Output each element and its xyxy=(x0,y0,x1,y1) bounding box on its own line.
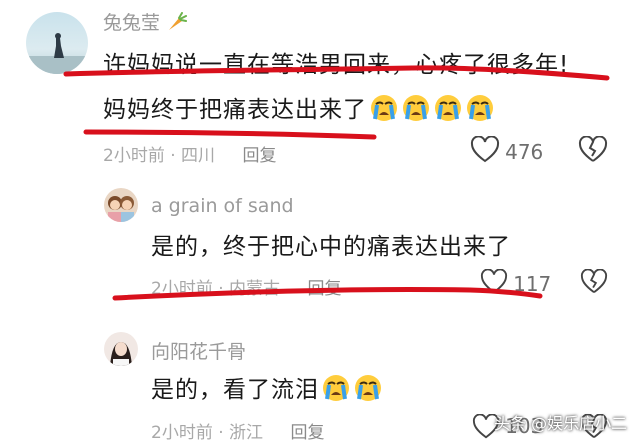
comment-meta: 2小时前 · 四川 回复 xyxy=(103,141,276,166)
crying-face-emoji xyxy=(401,93,431,129)
comment-location: 浙江 xyxy=(229,423,264,443)
comment-text: 是的，看了流泪 xyxy=(151,370,383,409)
like-button[interactable]: 117 xyxy=(480,268,552,299)
reply-button[interactable]: 回复 xyxy=(290,423,324,443)
reply-button[interactable]: 回复 xyxy=(242,146,276,166)
comment-text: 是的，终于把心中的痛表达出来了 xyxy=(151,234,511,260)
watermark: 头条 @娱乐店小二 xyxy=(494,414,628,433)
comment-text: 妈妈终于把痛表达出来了 xyxy=(103,90,495,129)
heart-icon xyxy=(470,135,500,168)
red-underline xyxy=(83,129,377,140)
crying-face-emoji xyxy=(369,93,399,129)
dot-separator: · xyxy=(218,423,230,443)
comment-username[interactable]: a grain of sand xyxy=(151,195,294,217)
like-button[interactable]: 476 xyxy=(470,135,544,168)
carrot-icon xyxy=(166,12,188,37)
dot-separator: · xyxy=(170,146,182,166)
comment-meta: 2小时前 · 内蒙古 回复 xyxy=(151,274,341,299)
dislike-button[interactable] xyxy=(578,135,608,168)
comment-username[interactable]: 向阳花千骨 xyxy=(151,337,246,364)
dot-separator: · xyxy=(218,279,230,299)
avatar[interactable] xyxy=(104,332,138,366)
broken-heart-icon xyxy=(578,135,608,168)
comment-time: 2小时前 xyxy=(151,279,213,299)
comment-time: 2小时前 xyxy=(103,146,165,166)
comment-username[interactable]: 兔兔莹 xyxy=(103,8,188,37)
broken-heart-icon xyxy=(580,268,608,299)
like-count: 476 xyxy=(505,140,544,164)
comment-time: 2小时前 xyxy=(151,423,213,443)
heart-icon xyxy=(480,268,508,299)
crying-face-emoji xyxy=(433,93,463,129)
like-count: 117 xyxy=(513,272,552,296)
comment-location: 四川 xyxy=(181,146,216,166)
comment-location: 内蒙古 xyxy=(229,279,281,299)
comment-text: 许妈妈说一直在等浩男回来，心疼了很多年! xyxy=(103,52,570,78)
comment-meta: 2小时前 · 浙江 回复 xyxy=(151,418,324,443)
reply-button[interactable]: 回复 xyxy=(307,279,341,299)
crying-face-emoji xyxy=(321,373,351,409)
crying-face-emoji xyxy=(353,373,383,409)
crying-face-emoji xyxy=(465,93,495,129)
dislike-button[interactable] xyxy=(580,268,608,299)
avatar[interactable] xyxy=(26,12,88,74)
avatar[interactable] xyxy=(104,188,138,222)
